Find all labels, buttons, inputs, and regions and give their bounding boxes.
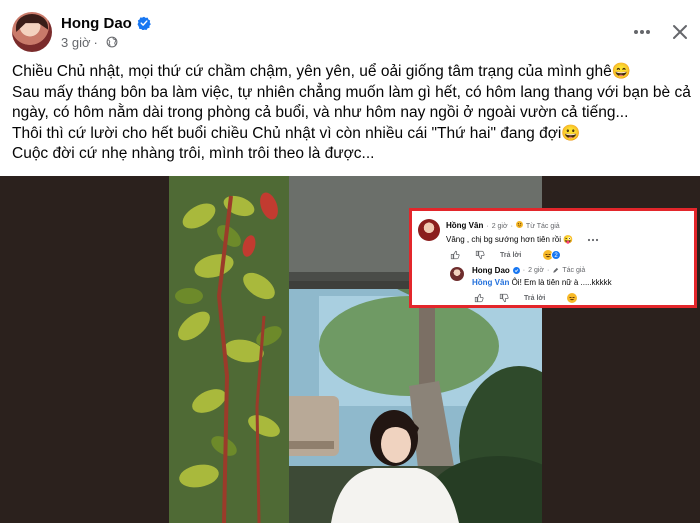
highlighted-comments: Hồng Vân · 2 giờ · Từ Tác giả Vâng , chị… — [409, 208, 697, 308]
reply-mention[interactable]: Hồng Vân — [472, 278, 509, 287]
reaction-count-icon: 2 — [551, 250, 562, 260]
more-icon[interactable] — [632, 22, 652, 42]
like-icon[interactable] — [474, 293, 484, 303]
reply-author[interactable]: Hong Dao — [472, 266, 510, 275]
reply-button[interactable]: Trả lời — [500, 252, 521, 259]
reply-badge: Tác giả — [562, 267, 586, 274]
dislike-icon[interactable] — [499, 293, 509, 303]
post-line: Thôi thì cứ lười cho hết buổi chiều Chủ … — [12, 124, 581, 142]
comment-time[interactable]: 2 giờ — [492, 223, 508, 230]
like-icon[interactable] — [450, 250, 460, 260]
commenter-avatar[interactable] — [418, 219, 440, 241]
globe-icon — [106, 36, 118, 48]
dislike-icon[interactable] — [475, 250, 485, 260]
post-timestamp[interactable]: 3 giờ — [61, 35, 91, 50]
reply-time[interactable]: 2 giờ — [528, 267, 544, 274]
author-badge-icon — [515, 221, 523, 228]
reply-button[interactable]: Trả lời — [524, 295, 545, 302]
close-icon[interactable] — [672, 24, 688, 40]
post-line: Sau mấy tháng bôn ba làm việc, tự nhiên … — [12, 83, 691, 122]
comment-author[interactable]: Hồng Vân — [446, 221, 483, 230]
post-header: Hong Dao 3 giờ · — [12, 12, 151, 52]
post-top-actions — [632, 22, 688, 42]
comment-badge: Từ Tác giả — [525, 223, 560, 230]
post-line: Cuộc đời cứ nhẹ nhàng trôi, mình trôi th… — [12, 145, 375, 162]
verified-icon — [512, 267, 520, 274]
author-name[interactable]: Hong Dao — [61, 15, 132, 32]
verified-icon — [137, 16, 151, 30]
author-block: Hong Dao 3 giờ · — [61, 15, 151, 50]
emoji-reaction-icon[interactable] — [567, 293, 578, 303]
comment-more-icon[interactable] — [587, 237, 599, 243]
reply-avatar[interactable] — [450, 267, 464, 281]
post-text: Chiều Chủ nhật, mọi thứ cứ chầm chậm, yê… — [12, 62, 697, 165]
post-line: Chiều Chủ nhật, mọi thứ cứ chầm chậm, yê… — [12, 63, 632, 80]
author-pen-icon — [553, 267, 559, 273]
author-avatar[interactable] — [12, 12, 52, 52]
reply-text: Ôi! Em là tiên nữ à .....kkkkk — [511, 278, 612, 287]
comment-text: Vâng , chị bg sướng hơn tiên rồi 😜 — [446, 235, 574, 244]
